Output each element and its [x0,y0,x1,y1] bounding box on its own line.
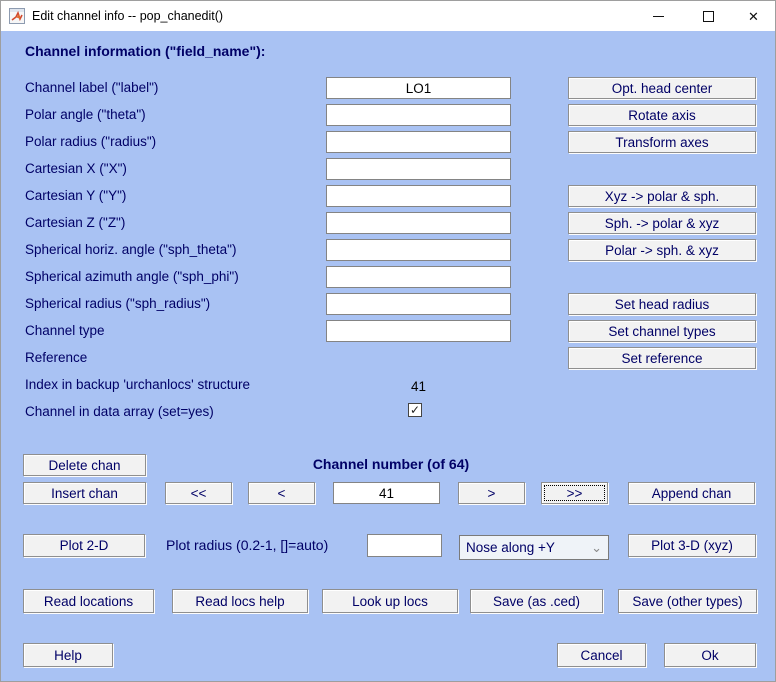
label-polar-radius: Polar radius ("radius") [25,134,157,149]
read-locations-button[interactable]: Read locations [23,589,154,613]
polar-radius-input[interactable] [326,131,511,153]
label-cartesian-z: Cartesian Z ("Z") [25,215,126,230]
channel-in-data-array-checkbox[interactable]: ✓ [408,403,422,417]
save-ced-button[interactable]: Save (as .ced) [470,589,603,613]
next-button[interactable]: > [458,482,525,504]
label-polar-angle: Polar angle ("theta") [25,107,146,122]
label-sph-theta: Spherical horiz. angle ("sph_theta") [25,242,237,257]
polar-to-sph-xyz-button[interactable]: Polar -> sph. & xyz [568,239,756,261]
transform-axes-button[interactable]: Transform axes [568,131,756,153]
append-chan-button[interactable]: Append chan [628,482,755,504]
channel-type-input[interactable] [326,320,511,342]
prev-button[interactable]: < [248,482,315,504]
label-cartesian-y: Cartesian Y ("Y") [25,188,127,203]
label-sph-phi: Spherical azimuth angle ("sph_phi") [25,269,239,284]
window-title: Edit channel info -- pop_chanedit() [32,9,224,23]
channel-label-input[interactable] [326,77,511,99]
titlebar: Edit channel info -- pop_chanedit() ✕ [1,1,775,31]
save-other-types-button[interactable]: Save (other types) [618,589,757,613]
label-cartesian-x: Cartesian X ("X") [25,161,127,176]
label-channel-in-data-array: Channel in data array (set=yes) [25,404,214,419]
insert-chan-button[interactable]: Insert chan [23,482,146,504]
label-channel-label: Channel label ("label") [25,80,159,95]
chevron-down-icon: ⌄ [591,539,602,555]
sph-phi-input[interactable] [326,266,511,288]
set-head-radius-button[interactable]: Set head radius [568,293,756,315]
look-up-locs-button[interactable]: Look up locs [322,589,458,613]
label-sph-radius: Spherical radius ("sph_radius") [25,296,211,311]
next-fast-button[interactable]: >> [541,482,608,504]
maximize-button[interactable] [685,1,732,31]
polar-angle-input[interactable] [326,104,511,126]
plot-radius-input[interactable] [367,534,442,557]
minimize-button[interactable] [635,1,682,31]
help-button[interactable]: Help [23,643,113,667]
cartesian-x-input[interactable] [326,158,511,180]
opt-head-center-button[interactable]: Opt. head center [568,77,756,99]
set-channel-types-button[interactable]: Set channel types [568,320,756,342]
matlab-app-icon [9,8,25,24]
delete-chan-button[interactable]: Delete chan [23,454,146,476]
label-channel-type: Channel type [25,323,105,338]
nose-direction-value: Nose along +Y [466,540,555,555]
close-icon: ✕ [748,8,759,24]
sph-radius-input[interactable] [326,293,511,315]
maximize-icon [703,10,714,22]
cartesian-y-input[interactable] [326,185,511,207]
channel-number-heading: Channel number (of 64) [312,456,470,472]
plot-3d-button[interactable]: Plot 3-D (xyz) [628,534,756,557]
close-button[interactable]: ✕ [730,1,775,31]
xyz-to-polar-sph-button[interactable]: Xyz -> polar & sph. [568,185,756,207]
sph-to-polar-xyz-button[interactable]: Sph. -> polar & xyz [568,212,756,234]
prev-fast-button[interactable]: << [165,482,232,504]
ok-button[interactable]: Ok [664,643,756,667]
sph-theta-input[interactable] [326,239,511,261]
cartesian-z-input[interactable] [326,212,511,234]
cancel-button[interactable]: Cancel [557,643,646,667]
set-reference-button[interactable]: Set reference [568,347,756,369]
urchanlocs-index-value: 41 [410,379,427,394]
label-reference: Reference [25,350,88,365]
channel-number-input[interactable] [333,482,440,504]
checkmark-icon: ✓ [409,403,421,417]
label-urchanlocs-index: Index in backup 'urchanlocs' structure [25,377,251,392]
rotate-axis-button[interactable]: Rotate axis [568,104,756,126]
minimize-icon [653,15,664,17]
dialog-content: Channel information ("field_name"): Chan… [1,31,775,681]
dialog-window: Edit channel info -- pop_chanedit() ✕ Ch… [0,0,776,682]
section-heading: Channel information ("field_name"): [25,43,266,59]
plot-radius-label: Plot radius (0.2-1, []=auto) [166,537,329,553]
read-locs-help-button[interactable]: Read locs help [172,589,308,613]
plot-2d-button[interactable]: Plot 2-D [23,534,145,557]
nose-direction-select[interactable]: Nose along +Y ⌄ [459,535,609,560]
